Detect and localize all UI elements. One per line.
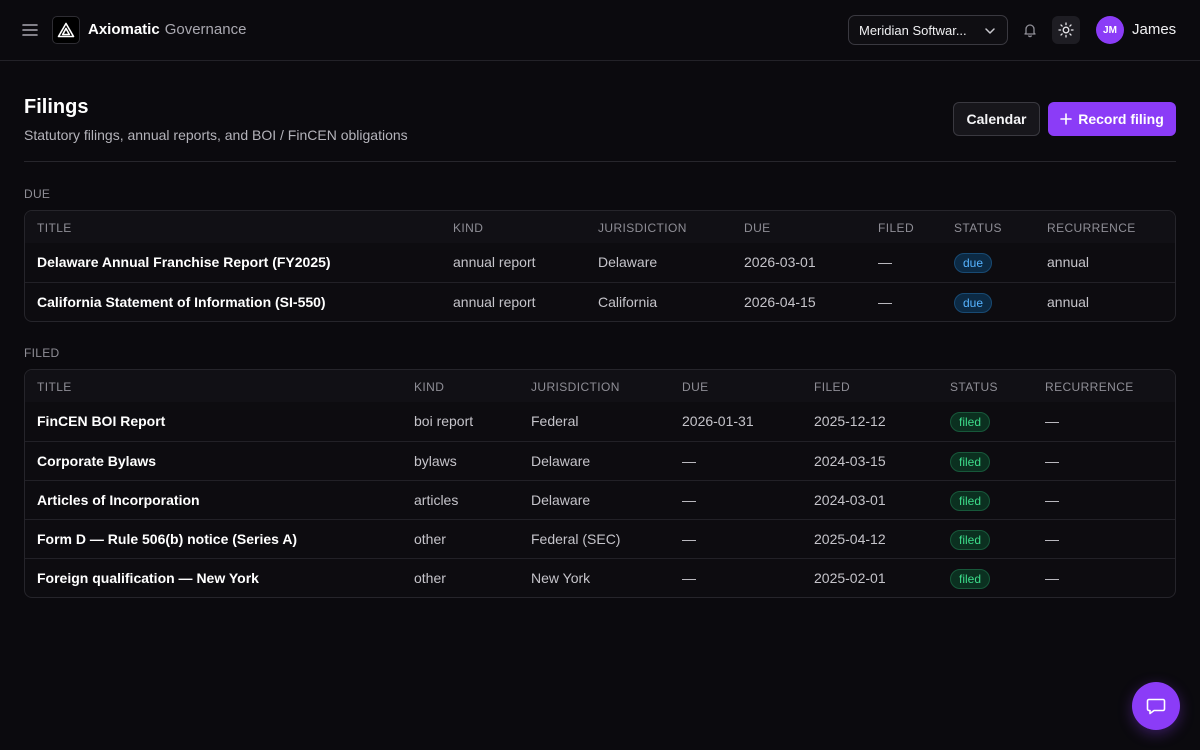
chat-button[interactable] (1132, 682, 1180, 730)
table-header: TITLE KIND JURISDICTION DUE FILED STATUS… (25, 370, 1175, 402)
header-divider (24, 161, 1176, 162)
calendar-button[interactable]: Calendar (953, 102, 1040, 136)
filing-recurrence: — (1045, 531, 1059, 547)
filing-due-date: 2026-01-31 (682, 413, 754, 429)
menu-icon[interactable] (20, 20, 40, 40)
status-badge: filed (950, 530, 991, 550)
table-row[interactable]: Articles of Incorporation articles Delaw… (25, 480, 1175, 519)
table-row[interactable]: California Statement of Information (SI-… (25, 282, 1175, 321)
filing-kind: bylaws (414, 453, 457, 469)
filing-due-date: — (682, 492, 696, 508)
section-label-filed: FILED (24, 346, 60, 360)
filing-title[interactable]: California Statement of Information (SI-… (37, 294, 326, 311)
page-subtitle: Statutory filings, annual reports, and B… (24, 127, 408, 143)
filing-jurisdiction: Federal (531, 413, 579, 429)
table-row[interactable]: Delaware Annual Franchise Report (FY2025… (25, 243, 1175, 282)
brand-primary: Axiomatic (88, 21, 160, 38)
organization-select[interactable]: Meridian Softwar... (848, 15, 1008, 45)
status-badge: filed (950, 569, 991, 589)
filing-title[interactable]: Form D — Rule 506(b) notice (Series A) (37, 531, 297, 548)
organization-select-value: Meridian Softwar... (859, 22, 967, 38)
filing-kind: annual report (453, 254, 536, 270)
table-row[interactable]: FinCEN BOI Report boi report Federal 202… (25, 402, 1175, 441)
section-label-due: DUE (24, 187, 51, 201)
filing-jurisdiction: Delaware (531, 453, 591, 469)
column-header-status[interactable]: STATUS (954, 221, 1002, 235)
filing-title[interactable]: Foreign qualification — New York (37, 570, 259, 587)
theme-toggle-button[interactable] (1052, 16, 1080, 44)
table-row[interactable]: Foreign qualification — New York other N… (25, 558, 1175, 597)
filing-kind: annual report (453, 294, 536, 310)
filing-recurrence: — (1045, 570, 1059, 586)
column-header-title[interactable]: TITLE (37, 380, 72, 394)
column-header-recurrence[interactable]: RECURRENCE (1045, 380, 1134, 394)
column-header-due[interactable]: DUE (682, 380, 709, 394)
brand-product: Governance (164, 21, 247, 38)
filing-kind: boi report (414, 413, 474, 429)
filed-filings-table: TITLE KIND JURISDICTION DUE FILED STATUS… (24, 369, 1176, 598)
user-name[interactable]: James (1132, 21, 1176, 39)
column-header-kind[interactable]: KIND (414, 380, 444, 394)
top-bar: Axiomatic Governance Meridian Softwar... … (0, 0, 1200, 61)
filing-jurisdiction: Delaware (598, 254, 658, 270)
filing-jurisdiction: New York (531, 570, 591, 586)
status-badge: filed (950, 491, 991, 511)
column-header-jurisdiction[interactable]: JURISDICTION (598, 221, 687, 235)
filing-filed-date: 2025-12-12 (814, 413, 886, 429)
filing-due-date: — (682, 531, 696, 547)
filing-recurrence: — (1045, 413, 1059, 429)
filing-title[interactable]: Articles of Incorporation (37, 492, 200, 509)
filing-title[interactable]: Delaware Annual Franchise Report (FY2025… (37, 254, 331, 271)
status-badge: filed (950, 452, 991, 472)
status-badge: due (954, 253, 993, 273)
filing-due-date: — (682, 570, 696, 586)
column-header-recurrence[interactable]: RECURRENCE (1047, 221, 1136, 235)
chevron-down-icon (985, 28, 995, 34)
column-header-kind[interactable]: KIND (453, 221, 483, 235)
filing-filed-date: — (878, 254, 892, 270)
table-row[interactable]: Form D — Rule 506(b) notice (Series A) o… (25, 519, 1175, 558)
record-filing-button[interactable]: Record filing (1048, 102, 1176, 136)
page-title: Filings (24, 96, 89, 118)
column-header-filed[interactable]: FILED (878, 221, 914, 235)
column-header-due[interactable]: DUE (744, 221, 771, 235)
column-header-filed[interactable]: FILED (814, 380, 850, 394)
due-filings-table: TITLE KIND JURISDICTION DUE FILED STATUS… (24, 210, 1176, 322)
column-header-title[interactable]: TITLE (37, 221, 72, 235)
filing-kind: other (414, 531, 446, 547)
filing-jurisdiction: Delaware (531, 492, 591, 508)
column-header-jurisdiction[interactable]: JURISDICTION (531, 380, 620, 394)
filing-title[interactable]: FinCEN BOI Report (37, 413, 165, 430)
sun-icon (1058, 22, 1074, 38)
filing-filed-date: 2025-02-01 (814, 570, 886, 586)
plus-icon (1060, 113, 1073, 125)
table-header: TITLE KIND JURISDICTION DUE FILED STATUS… (25, 211, 1175, 243)
filing-due-date: 2026-03-01 (744, 254, 816, 270)
chat-icon (1146, 698, 1166, 715)
filing-filed-date: — (878, 294, 892, 310)
filing-jurisdiction: Federal (SEC) (531, 531, 621, 547)
status-badge: filed (950, 412, 991, 432)
axiomatic-logo-icon[interactable] (52, 16, 80, 44)
filing-kind: articles (414, 492, 459, 508)
brand-name: Axiomatic Governance (88, 21, 246, 39)
record-filing-label: Record filing (1078, 111, 1164, 127)
status-badge: due (954, 293, 993, 313)
filing-filed-date: 2025-04-12 (814, 531, 886, 547)
filing-due-date: 2026-04-15 (744, 294, 816, 310)
bell-icon[interactable] (1018, 18, 1042, 42)
filing-recurrence: annual (1047, 254, 1090, 270)
filing-filed-date: 2024-03-15 (814, 453, 886, 469)
table-row[interactable]: Corporate Bylaws bylaws Delaware — 2024-… (25, 441, 1175, 480)
avatar[interactable]: JM (1096, 16, 1124, 44)
column-header-status[interactable]: STATUS (950, 380, 998, 394)
filing-recurrence: — (1045, 453, 1059, 469)
filing-filed-date: 2024-03-01 (814, 492, 886, 508)
filing-recurrence: annual (1047, 294, 1090, 310)
filing-kind: other (414, 570, 446, 586)
filing-jurisdiction: California (598, 294, 658, 310)
filing-due-date: — (682, 453, 696, 469)
filing-recurrence: — (1045, 492, 1059, 508)
filing-title[interactable]: Corporate Bylaws (37, 453, 156, 470)
